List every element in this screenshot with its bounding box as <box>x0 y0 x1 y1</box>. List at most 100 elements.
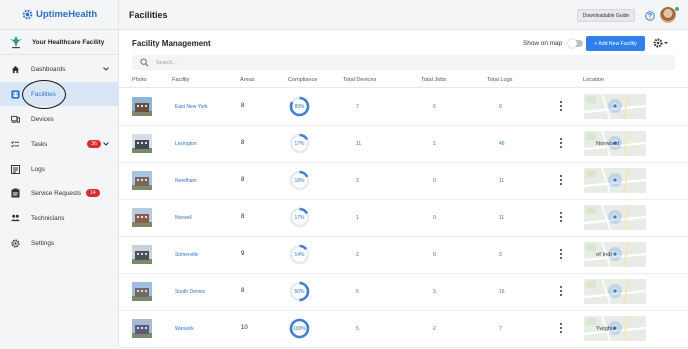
total-jobs-link[interactable]: 1 <box>433 141 436 147</box>
avatar[interactable] <box>660 7 676 23</box>
brand-logo[interactable]: UptimeHealth <box>22 9 97 20</box>
compliance-ring: 83% <box>289 96 310 117</box>
more-options-icon[interactable] <box>559 100 563 112</box>
location-map-thumbnail[interactable] <box>584 205 646 230</box>
help-icon[interactable] <box>645 11 655 21</box>
table-row[interactable]: East New York 8 83% 7 6 9 <box>119 89 688 126</box>
total-devices-link[interactable]: 1 <box>356 215 359 221</box>
sidebar-item-dashboards[interactable]: Dashboards <box>0 57 119 81</box>
more-options-icon[interactable] <box>559 248 563 260</box>
facility-name-link[interactable]: East New York <box>175 104 208 110</box>
column-header-compliance[interactable]: Compliance <box>288 77 318 83</box>
compliance-percent: 100% <box>293 325 306 332</box>
areas-count: 8 <box>241 288 245 294</box>
location-map-thumbnail[interactable]: Twighte <box>584 316 646 341</box>
sidebar-item-technicians[interactable]: Technicians <box>0 206 119 230</box>
total-logs-link[interactable]: 3 <box>499 252 502 258</box>
location-map-thumbnail[interactable] <box>584 279 646 304</box>
areas-count: 8 <box>241 103 245 109</box>
total-jobs-link[interactable]: 0 <box>433 252 436 258</box>
facility-name-link[interactable]: Norwell <box>175 215 192 221</box>
total-logs-link[interactable]: 11 <box>499 215 504 221</box>
table-settings-button[interactable] <box>653 37 671 49</box>
facility-name-link[interactable]: South Dennis <box>175 289 205 295</box>
total-logs-link[interactable]: 16 <box>499 289 505 295</box>
building-icon <box>11 89 20 99</box>
show-on-map-toggle[interactable] <box>568 39 583 48</box>
top-bar: Facilities Downloadable Guide <box>119 0 688 30</box>
sidebar: UptimeHealth Your Healthcare Facility Da… <box>0 0 119 349</box>
location-map-thumbnail[interactable]: of Indi <box>584 242 646 267</box>
compliance-percent: 17% <box>294 214 305 221</box>
org-switcher[interactable]: Your Healthcare Facility <box>0 29 119 55</box>
online-status-dot <box>675 7 679 11</box>
chevron-down-icon[interactable] <box>102 65 110 73</box>
total-logs-link[interactable]: 11 <box>499 178 504 184</box>
search-input[interactable] <box>156 57 456 68</box>
location-map-thumbnail[interactable] <box>584 168 646 193</box>
more-options-icon[interactable] <box>559 211 563 223</box>
total-devices-link[interactable]: 6 <box>356 289 359 295</box>
column-header-total-jobs[interactable]: Total Jobs <box>421 77 446 83</box>
total-jobs-link[interactable]: 3 <box>433 289 436 295</box>
facility-name-link[interactable]: Lexington <box>175 141 197 147</box>
more-options-icon[interactable] <box>559 285 563 297</box>
total-jobs-link[interactable]: 2 <box>433 326 436 332</box>
table-row[interactable]: Needham 8 18% 2 0 11 <box>119 163 688 200</box>
table-row[interactable]: Warwick 10 100% 5 2 7 Twighte <box>119 311 688 348</box>
more-options-icon[interactable] <box>559 322 563 334</box>
sidebar-item-label: Technicians <box>31 214 65 222</box>
total-jobs-link[interactable]: 0 <box>433 215 436 221</box>
location-map-thumbnail[interactable] <box>584 94 646 119</box>
facility-name-link[interactable]: Needham <box>175 178 197 184</box>
sidebar-item-settings[interactable]: Settings <box>0 231 119 255</box>
logs-icon <box>11 164 20 174</box>
gear-icon <box>11 238 20 248</box>
add-new-facility-button[interactable]: + Add New Facility <box>586 36 645 51</box>
total-devices-link[interactable]: 11 <box>356 141 361 147</box>
downloadable-guide-button[interactable]: Downloadable Guide <box>577 9 635 22</box>
total-devices-link[interactable]: 2 <box>356 178 359 184</box>
total-jobs-link[interactable]: 6 <box>433 104 436 110</box>
sidebar-item-tasks[interactable]: Tasks 36 <box>0 132 119 156</box>
sidebar-item-service-requests[interactable]: Service Requests 14 <box>0 181 119 205</box>
total-devices-link[interactable]: 7 <box>356 104 359 110</box>
more-options-icon[interactable] <box>559 174 563 186</box>
total-devices-link[interactable]: 5 <box>356 326 359 332</box>
total-logs-link[interactable]: 9 <box>499 104 502 110</box>
column-header-total-logs[interactable]: Total Logs <box>487 77 513 83</box>
search-bar <box>132 55 675 70</box>
column-header-location: Location <box>583 77 605 83</box>
devices-icon <box>11 115 20 124</box>
table-row[interactable]: Lexington 8 17% 11 1 46 Norwood <box>119 126 688 163</box>
sidebar-item-devices[interactable]: Devices <box>0 107 119 131</box>
facility-photo[interactable] <box>132 282 152 301</box>
facility-photo[interactable] <box>132 208 152 227</box>
table-row[interactable]: Norwell 8 17% 1 0 11 <box>119 200 688 237</box>
column-header-total-devices[interactable]: Total Devices <box>343 77 376 83</box>
compliance-percent: 17% <box>294 140 305 147</box>
facility-photo[interactable] <box>132 245 152 264</box>
facility-name-link[interactable]: Warwick <box>175 326 194 332</box>
location-map-thumbnail[interactable]: Norwood <box>584 131 646 156</box>
chevron-down-icon[interactable] <box>102 140 110 148</box>
facility-photo[interactable] <box>132 97 152 116</box>
gear-icon <box>653 38 663 48</box>
facility-photo[interactable] <box>132 171 152 190</box>
total-logs-link[interactable]: 7 <box>499 326 502 332</box>
table-row[interactable]: Somerville 9 14% 2 0 3 of Indi <box>119 237 688 274</box>
facility-photo[interactable] <box>132 134 152 153</box>
total-devices-link[interactable]: 2 <box>356 252 359 258</box>
total-jobs-link[interactable]: 0 <box>433 178 436 184</box>
map-place-label: of Indi <box>596 252 612 258</box>
compliance-ring: 50% <box>289 281 310 302</box>
sidebar-item-logs[interactable]: Logs <box>0 157 119 181</box>
more-options-icon[interactable] <box>559 137 563 149</box>
column-header-areas[interactable]: Areas <box>240 77 255 83</box>
table-row[interactable]: South Dennis 8 50% 6 3 16 <box>119 274 688 311</box>
column-header-facility[interactable]: Facility <box>172 77 189 83</box>
facility-name-link[interactable]: Somerville <box>175 252 198 258</box>
total-logs-link[interactable]: 46 <box>499 141 505 147</box>
search-icon <box>140 58 149 67</box>
facility-photo[interactable] <box>132 319 152 338</box>
